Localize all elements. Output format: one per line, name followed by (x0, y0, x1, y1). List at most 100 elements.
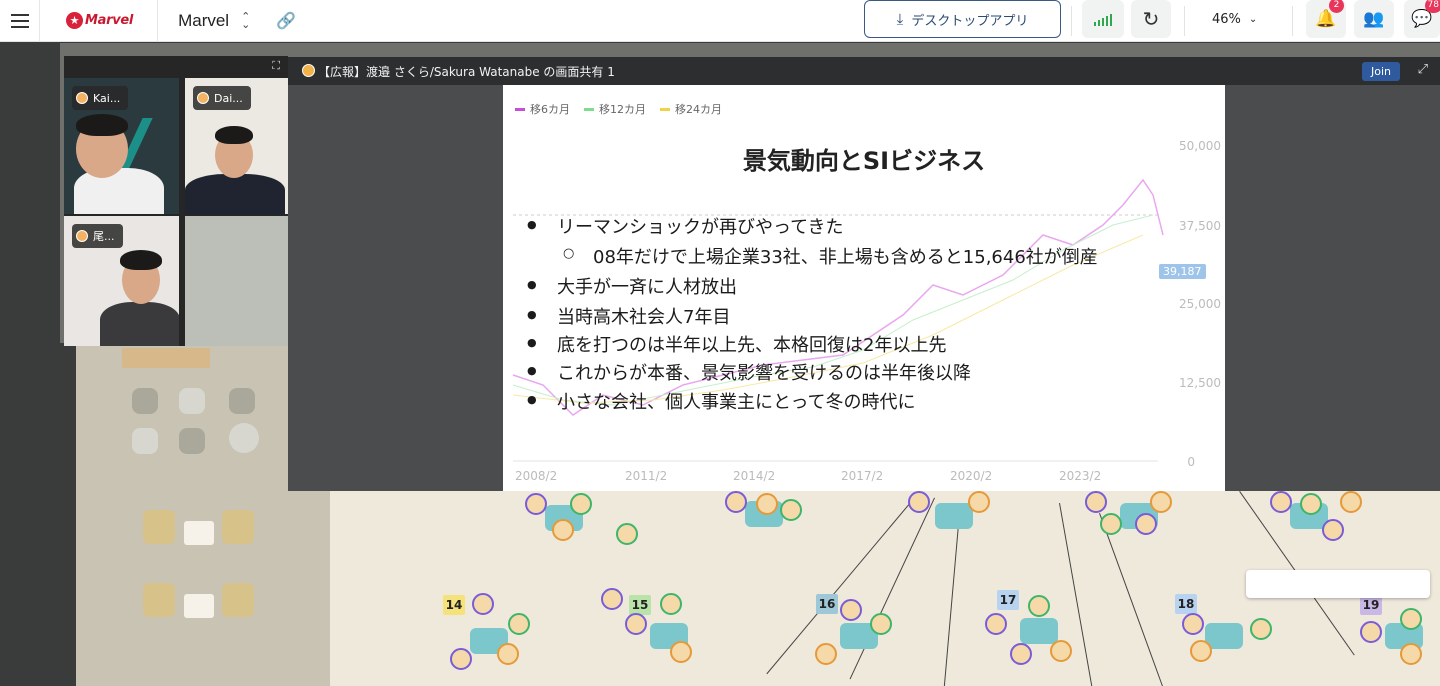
screen-share-window[interactable]: 【広報】渡邉 さくら/Sakura Watanabe の画面共有 1 Join … (288, 57, 1440, 491)
armchair (143, 583, 175, 617)
desk (1020, 618, 1058, 644)
members-button[interactable]: 👥 (1354, 0, 1394, 38)
person-hair (76, 114, 128, 136)
table-number: 14 (443, 595, 465, 615)
stool (179, 388, 205, 414)
x-tick: 2017/2 (841, 469, 884, 483)
user-avatar[interactable] (870, 613, 892, 635)
table-number: 19 (1360, 595, 1382, 615)
price-tag: 39,187 (1159, 264, 1206, 279)
y-tick: 25,000 (1179, 297, 1221, 311)
desk (935, 503, 973, 529)
user-avatar[interactable] (1050, 640, 1072, 662)
person-body (74, 168, 164, 214)
table-number: 16 (816, 594, 838, 614)
user-avatar[interactable] (725, 491, 747, 513)
stool (229, 423, 259, 453)
user-avatar[interactable] (552, 519, 574, 541)
user-avatar[interactable] (1190, 640, 1212, 662)
user-avatar[interactable] (508, 613, 530, 635)
legend-item: 移24カ月 (660, 101, 722, 117)
user-avatar[interactable] (1322, 519, 1344, 541)
desktop-app-button[interactable]: ⤓ デスクトップアプリ (864, 0, 1061, 38)
user-avatar[interactable] (1300, 493, 1322, 515)
user-avatar[interactable] (450, 648, 472, 670)
user-avatar[interactable] (1250, 618, 1272, 640)
user-avatar[interactable] (1182, 613, 1204, 635)
reload-icon[interactable]: ↻ (1131, 0, 1171, 38)
user-avatar[interactable] (1028, 595, 1050, 617)
participant-name-chip: 尾... (72, 224, 123, 248)
notifications-button[interactable]: 🔔 2 (1306, 0, 1346, 38)
chat-button[interactable]: 💬 78 (1404, 0, 1440, 38)
person-hair (215, 126, 253, 144)
map-popup-card[interactable] (1246, 570, 1430, 598)
participant-name-chip: Dai... (193, 86, 251, 110)
user-avatar[interactable] (497, 643, 519, 665)
divider (1071, 6, 1072, 36)
user-avatar[interactable] (625, 613, 647, 635)
chat-badge: 78 (1424, 0, 1440, 13)
user-avatar[interactable] (1360, 621, 1382, 643)
user-avatar[interactable] (660, 593, 682, 615)
user-avatar[interactable] (756, 493, 778, 515)
chart-legend: 移6カ月 移12カ月 移24カ月 (515, 101, 736, 117)
space-name[interactable]: Marvel (178, 11, 229, 31)
video-tile[interactable]: Kai... (64, 78, 179, 214)
participant-name: Kai... (93, 91, 121, 105)
video-tile[interactable]: Dai... (185, 78, 288, 214)
fullscreen-icon[interactable]: ⛶ (272, 59, 280, 73)
stool (132, 428, 158, 454)
user-avatar[interactable] (815, 643, 837, 665)
menu-button[interactable] (0, 0, 40, 42)
user-avatar[interactable] (616, 523, 638, 545)
screen-share-header: 【広報】渡邉 さくら/Sakura Watanabe の画面共有 1 Join … (288, 57, 1440, 85)
user-avatar[interactable] (1135, 513, 1157, 535)
people-icon: 👥 (1363, 9, 1385, 29)
logo[interactable]: ★ Marvel (66, 0, 133, 42)
zoom-level: 46% (1212, 11, 1241, 27)
switch-space-icon[interactable]: ⌃ ⌄ (241, 11, 250, 30)
y-tick: 37,500 (1179, 219, 1221, 233)
user-avatar[interactable] (1270, 491, 1292, 513)
user-avatar[interactable] (525, 493, 547, 515)
expand-icon[interactable]: ⤢ (1418, 62, 1428, 77)
user-avatar[interactable] (908, 491, 930, 513)
video-tile[interactable]: 尾... (64, 216, 179, 346)
divider (1184, 6, 1185, 36)
user-avatar[interactable] (1100, 513, 1122, 535)
zoom-control[interactable]: 46% ⌄ (1212, 0, 1257, 38)
armchair (222, 583, 254, 617)
user-avatar[interactable] (780, 499, 802, 521)
user-avatar[interactable] (1150, 491, 1172, 513)
user-avatar[interactable] (601, 588, 623, 610)
connection-signal-icon[interactable] (1082, 0, 1124, 38)
user-avatar[interactable] (985, 613, 1007, 635)
video-tile-empty[interactable] (185, 216, 288, 346)
hamburger-icon (10, 12, 29, 30)
user-avatar[interactable] (840, 599, 862, 621)
join-button[interactable]: Join (1361, 62, 1400, 81)
user-avatar[interactable] (1085, 491, 1107, 513)
user-avatar[interactable] (472, 593, 494, 615)
user-avatar[interactable] (570, 493, 592, 515)
user-avatar[interactable] (968, 491, 990, 513)
coffee-table (184, 521, 214, 545)
chevron-down-icon: ⌄ (1248, 13, 1258, 25)
user-avatar[interactable] (1010, 643, 1032, 665)
table-number: 15 (629, 595, 651, 615)
user-avatar[interactable] (1400, 643, 1422, 665)
user-avatar[interactable] (1340, 491, 1362, 513)
desktop-app-label: デスクトップアプリ (911, 13, 1029, 29)
slide-title: 景気動向とSIビジネス (742, 147, 986, 175)
x-tick: 2023/2 (1059, 469, 1102, 483)
logo-text: Marvel (85, 13, 134, 28)
person-body (100, 302, 179, 346)
coffee-table (184, 594, 214, 618)
star-icon: ★ (66, 12, 83, 29)
user-avatar[interactable] (670, 641, 692, 663)
link-icon[interactable]: 🔗 (276, 11, 296, 30)
participant-name: Dai... (214, 91, 243, 105)
user-avatar[interactable] (1400, 608, 1422, 630)
top-bar: ★ Marvel Marvel ⌃ ⌄ 🔗 ⤓ デスクトップアプリ ↻ 46% ⌄… (0, 0, 1440, 42)
